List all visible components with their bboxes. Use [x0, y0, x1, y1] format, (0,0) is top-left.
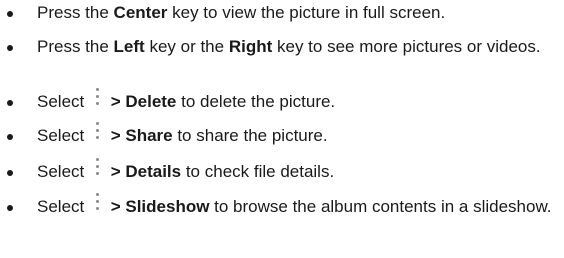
- item-text: Select > Share to share the picture.: [37, 122, 328, 146]
- list-item: Select > Share to share the picture.: [0, 122, 338, 146]
- item-text: Select > Details to check file details.: [37, 158, 334, 182]
- menu-option: Slideshow: [125, 197, 210, 216]
- key-name: Right: [228, 37, 273, 56]
- menu-option: Delete: [125, 92, 177, 111]
- bullet-icon: [7, 45, 13, 51]
- bullet-icon: [7, 11, 13, 17]
- more-vertical-icon: [89, 193, 106, 217]
- menu-option: Details: [125, 162, 182, 181]
- list-item: Press the Left key or the Right key to s…: [0, 37, 551, 57]
- key-name: Center: [113, 3, 168, 22]
- item-text: Press the Left key or the Right key to s…: [37, 37, 541, 56]
- bullet-icon: [7, 134, 13, 140]
- item-text: Select > Delete to delete the picture.: [37, 88, 335, 112]
- more-vertical-icon: [89, 158, 106, 182]
- list-item: Select > Details to check file details.: [0, 158, 344, 182]
- bullet-icon: [7, 205, 13, 211]
- menu-option: Share: [125, 126, 173, 145]
- list-item: Select > Slideshow to browse the album c…: [0, 193, 562, 217]
- item-text: Select > Slideshow to browse the album c…: [37, 193, 552, 217]
- list-item: Press the Center key to view the picture…: [0, 3, 455, 23]
- key-name: Left: [113, 37, 145, 56]
- bullet-icon: [7, 100, 13, 106]
- list-item: Select > Delete to delete the picture.: [0, 88, 345, 112]
- more-vertical-icon: [89, 122, 106, 146]
- more-vertical-icon: [89, 88, 106, 112]
- bullet-icon: [7, 170, 13, 176]
- item-text: Press the Center key to view the picture…: [37, 3, 446, 22]
